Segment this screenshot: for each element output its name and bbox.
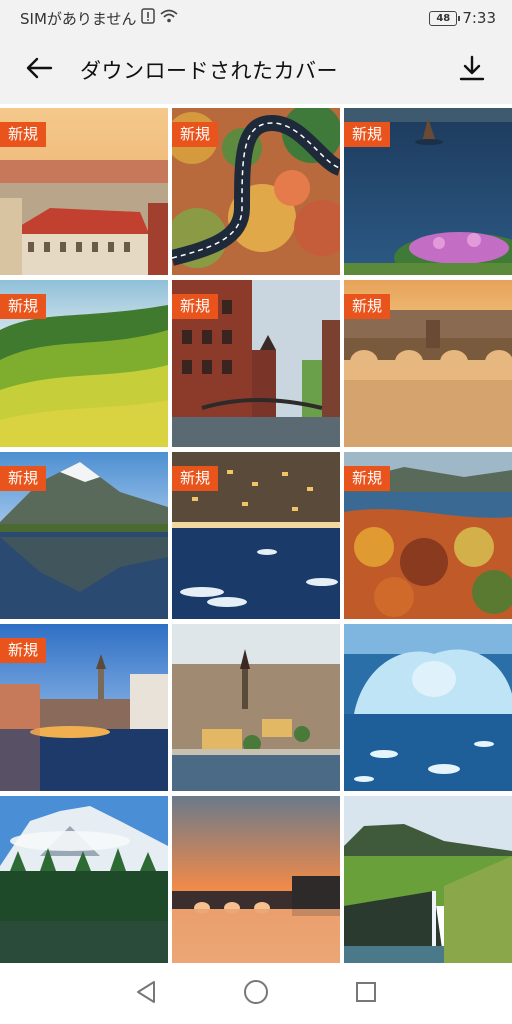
battery-icon: 48 bbox=[429, 10, 461, 26]
new-badge: 新規 bbox=[344, 466, 391, 491]
new-badge: 新規 bbox=[0, 638, 47, 663]
nav-recents-icon bbox=[355, 981, 377, 1007]
new-badge: 新規 bbox=[0, 294, 47, 319]
carrier-text: SIMがありません bbox=[20, 9, 137, 28]
nav-home-icon bbox=[243, 979, 269, 1009]
arrow-left-icon bbox=[25, 56, 53, 84]
cover-image bbox=[344, 796, 512, 963]
status-bar: SIMがありません 48 7:33 bbox=[0, 0, 512, 36]
new-badge: 新規 bbox=[0, 122, 47, 147]
cover-grid: 新規 新規 新規 新規 新規 新規 新規 新規 新規 新規 bbox=[0, 108, 512, 963]
new-badge: 新規 bbox=[172, 294, 219, 319]
nav-home-button[interactable] bbox=[241, 979, 271, 1009]
cover-tile-mountain-lake[interactable]: 新規 bbox=[0, 452, 168, 619]
cover-tile-sunset-bridge[interactable] bbox=[172, 796, 340, 963]
nav-recents-button[interactable] bbox=[351, 979, 381, 1009]
back-button[interactable] bbox=[8, 36, 70, 104]
cover-tile-iceberg-arch[interactable] bbox=[344, 624, 512, 791]
clock: 7:33 bbox=[462, 9, 496, 27]
app-bar: ダウンロードされたカバー bbox=[0, 36, 512, 104]
cover-tile-harbor-night[interactable]: 新規 bbox=[172, 452, 340, 619]
cover-tile-cliff-waterfall[interactable] bbox=[344, 796, 512, 963]
cover-tile-canal-town-dusk[interactable]: 新規 bbox=[0, 624, 168, 791]
new-badge: 新規 bbox=[344, 122, 391, 147]
new-badge: 新規 bbox=[172, 466, 219, 491]
cover-image bbox=[172, 796, 340, 963]
cover-image bbox=[172, 624, 340, 791]
new-badge: 新規 bbox=[172, 122, 219, 147]
new-badge: 新規 bbox=[344, 294, 391, 319]
cover-tile-winding-road-forest[interactable]: 新規 bbox=[172, 108, 340, 275]
download-icon bbox=[458, 54, 486, 86]
system-navigation-bar bbox=[0, 963, 512, 1024]
cover-tile-city-rooftops[interactable]: 新規 bbox=[0, 108, 168, 275]
cover-image bbox=[0, 796, 168, 963]
cover-tile-brick-canal[interactable]: 新規 bbox=[172, 280, 340, 447]
cover-tile-green-hills[interactable]: 新規 bbox=[0, 280, 168, 447]
cover-tile-snowy-mountain-forest[interactable] bbox=[0, 796, 168, 963]
page-title: ダウンロードされたカバー bbox=[80, 59, 338, 83]
nav-back-button[interactable] bbox=[131, 979, 161, 1009]
nav-back-icon bbox=[135, 980, 157, 1008]
cover-tile-lake-rock-flowers[interactable]: 新規 bbox=[344, 108, 512, 275]
wifi-icon bbox=[160, 9, 179, 27]
alert-icon bbox=[141, 8, 156, 28]
cover-image bbox=[344, 624, 512, 791]
cover-tile-city-aerial[interactable] bbox=[172, 624, 340, 791]
cover-tile-stone-bridge-river[interactable]: 新規 bbox=[344, 280, 512, 447]
cover-tile-autumn-lake[interactable]: 新規 bbox=[344, 452, 512, 619]
status-left: SIMがありません bbox=[20, 8, 179, 29]
download-button[interactable] bbox=[444, 36, 500, 104]
new-badge: 新規 bbox=[0, 466, 47, 491]
status-right: 48 7:33 bbox=[429, 9, 496, 27]
